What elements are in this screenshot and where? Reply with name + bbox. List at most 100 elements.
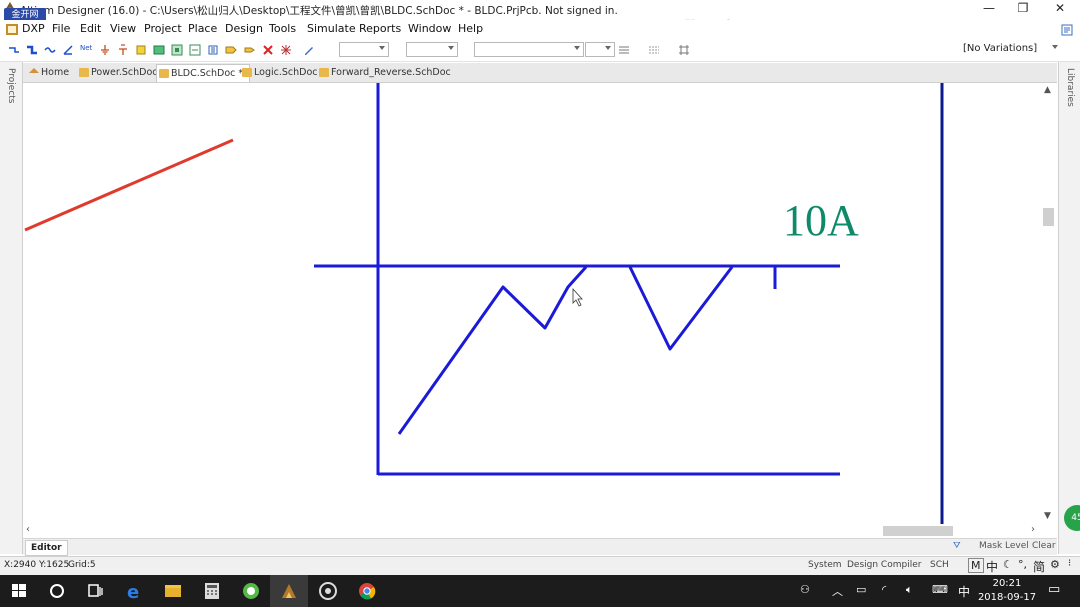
schematic-canvas[interactable]: 10A <box>23 83 1057 524</box>
tab-logic-schdoc[interactable]: Logic.SchDoc <box>240 64 326 81</box>
windows-start-icon[interactable] <box>0 575 38 607</box>
scroll-right-icon[interactable]: › <box>1031 524 1035 535</box>
vcc-port-icon[interactable] <box>117 44 129 56</box>
vertical-scrollbar[interactable]: ▲ ▼ <box>1040 83 1057 524</box>
projects-panel-tab[interactable]: Projects <box>0 62 23 554</box>
bus-icon[interactable] <box>26 44 38 56</box>
harness-connector-icon[interactable] <box>207 44 219 56</box>
tab-label: Forward_Reverse.SchDoc <box>331 67 451 78</box>
calculator-icon[interactable] <box>193 575 231 607</box>
people-icon[interactable]: ⚇ <box>800 583 810 596</box>
punctuation-icon[interactable]: °, <box>1018 558 1027 571</box>
device-sheet-icon[interactable] <box>189 44 201 56</box>
clock-date: 2018-09-17 <box>977 592 1037 603</box>
task-view-icon[interactable] <box>76 575 114 607</box>
scroll-down-icon[interactable]: ▼ <box>1044 511 1051 521</box>
grid-icon[interactable] <box>678 44 690 56</box>
component-dropdown[interactable] <box>474 42 584 57</box>
restore-button[interactable]: ❐ <box>1006 0 1040 18</box>
ime-simplified-button[interactable]: 简 <box>1033 558 1045 575</box>
horizontal-scroll-thumb[interactable] <box>883 526 953 536</box>
filter-dropdown[interactable] <box>339 42 389 57</box>
menu-simulate[interactable]: Simulate <box>307 22 356 35</box>
wifi-icon[interactable]: ◜ <box>882 583 886 596</box>
variations-dropdown[interactable]: [No Variations] <box>961 42 1061 57</box>
part-icon[interactable] <box>135 44 147 56</box>
grid-size: Grid:5 <box>68 560 96 570</box>
sheet-symbol-icon[interactable] <box>153 44 165 56</box>
ime-more-icon[interactable]: ⁝ <box>1068 558 1071 569</box>
moon-icon[interactable]: ☾ <box>1003 558 1013 571</box>
volume-icon[interactable]: 🔈︎ <box>906 583 913 597</box>
current-annotation[interactable]: 10A <box>783 196 859 245</box>
cursor-coordinates: X:2940 Y:1625 <box>4 560 70 570</box>
menu-window[interactable]: Window <box>408 22 451 35</box>
mask-filter-icon[interactable]: ⛛ <box>953 541 961 551</box>
horizontal-scrollbar[interactable]: ‹ › <box>23 524 1057 538</box>
net-label-button[interactable]: Net <box>80 44 96 56</box>
design-compiler-button[interactable]: Design Compiler <box>847 560 921 570</box>
menu-edit[interactable]: Edit <box>80 22 101 35</box>
ime-chinese-button[interactable]: 中 <box>986 558 998 575</box>
vertical-scroll-thumb[interactable] <box>1043 208 1054 226</box>
drawing-tools-icon[interactable] <box>303 44 315 56</box>
gnd-port-icon[interactable] <box>99 44 111 56</box>
off-sheet-connector-icon[interactable] <box>244 44 256 56</box>
ime-settings-icon[interactable]: ⚙ <box>1050 558 1060 571</box>
altium-taskbar-icon[interactable] <box>270 575 308 607</box>
chrome-icon[interactable] <box>348 575 386 607</box>
menu-view[interactable]: View <box>110 22 136 35</box>
align-icon[interactable] <box>618 44 630 56</box>
document-settings-icon[interactable] <box>1061 24 1073 36</box>
libraries-panel-tab[interactable]: Libraries <box>1058 62 1080 554</box>
tab-power-schdoc[interactable]: Power.SchDoc <box>77 64 167 81</box>
schdoc-icon <box>79 68 89 77</box>
signal-harness-icon[interactable] <box>44 44 56 56</box>
camera-app-icon[interactable] <box>309 575 347 607</box>
svg-text:e: e <box>127 582 139 603</box>
battery-icon[interactable]: ▭ <box>856 583 866 596</box>
compile-mask-icon[interactable] <box>280 44 292 56</box>
edge-browser-icon[interactable]: e <box>116 575 154 607</box>
menu-project[interactable]: Project <box>144 22 182 35</box>
window-title: Altium Designer (16.0) - C:\Users\松山归人\D… <box>20 5 618 17</box>
close-button[interactable]: ✕ <box>1043 0 1077 18</box>
input-language[interactable]: 中 <box>958 583 970 600</box>
bus-entry-icon[interactable] <box>62 44 74 56</box>
menu-tools[interactable]: Tools <box>269 22 296 35</box>
keyboard-icon[interactable]: ⌨ <box>932 583 948 596</box>
file-explorer-icon[interactable] <box>154 575 192 607</box>
tray-expand-icon[interactable]: ︿ <box>832 583 843 599</box>
ime-m-button[interactable]: M <box>968 558 984 573</box>
editor-tab[interactable]: Editor <box>25 540 68 556</box>
wire-icon[interactable] <box>8 44 20 56</box>
document-tab-bar: Home Power.SchDoc BLDC.SchDoc * Logic.Sc… <box>23 63 1057 83</box>
sch-button[interactable]: SCH <box>930 560 949 570</box>
net-dropdown[interactable] <box>406 42 458 57</box>
sheet-entry-icon[interactable] <box>171 44 183 56</box>
clear-button[interactable]: Clear <box>1032 541 1056 551</box>
menu-help[interactable]: Help <box>458 22 483 35</box>
tab-forward-reverse-schdoc[interactable]: Forward_Reverse.SchDoc <box>317 64 455 81</box>
cortana-search-icon[interactable] <box>38 575 76 607</box>
green-app-icon[interactable] <box>232 575 270 607</box>
mask-level-button[interactable]: Mask Level <box>979 541 1029 551</box>
system-clock[interactable]: 20:21 2018-09-17 <box>975 577 1039 605</box>
action-center-icon[interactable]: ▭ <box>1048 582 1060 597</box>
system-button[interactable]: System <box>808 560 842 570</box>
port-icon[interactable] <box>225 44 237 56</box>
menu-design[interactable]: Design <box>225 22 263 35</box>
distribute-icon[interactable] <box>648 44 660 56</box>
menu-dxp[interactable]: DXP <box>22 22 45 35</box>
tab-label: Power.SchDoc <box>91 67 158 78</box>
scroll-left-icon[interactable]: ‹ <box>26 524 30 535</box>
menu-reports[interactable]: Reports <box>359 22 401 35</box>
menu-place[interactable]: Place <box>188 22 217 35</box>
windows-taskbar: e ⚇ ︿ ▭ ◜ 🔈︎ ⌨ 中 20:21 2018-09-17 ▭ <box>0 575 1080 607</box>
scroll-up-icon[interactable]: ▲ <box>1044 85 1051 95</box>
menu-file[interactable]: File <box>52 22 70 35</box>
tab-label: Logic.SchDoc <box>254 67 318 78</box>
no-erc-icon[interactable] <box>262 44 274 56</box>
tab-bldc-schdoc[interactable]: BLDC.SchDoc * <box>156 64 250 82</box>
zoom-dropdown[interactable] <box>585 42 615 57</box>
